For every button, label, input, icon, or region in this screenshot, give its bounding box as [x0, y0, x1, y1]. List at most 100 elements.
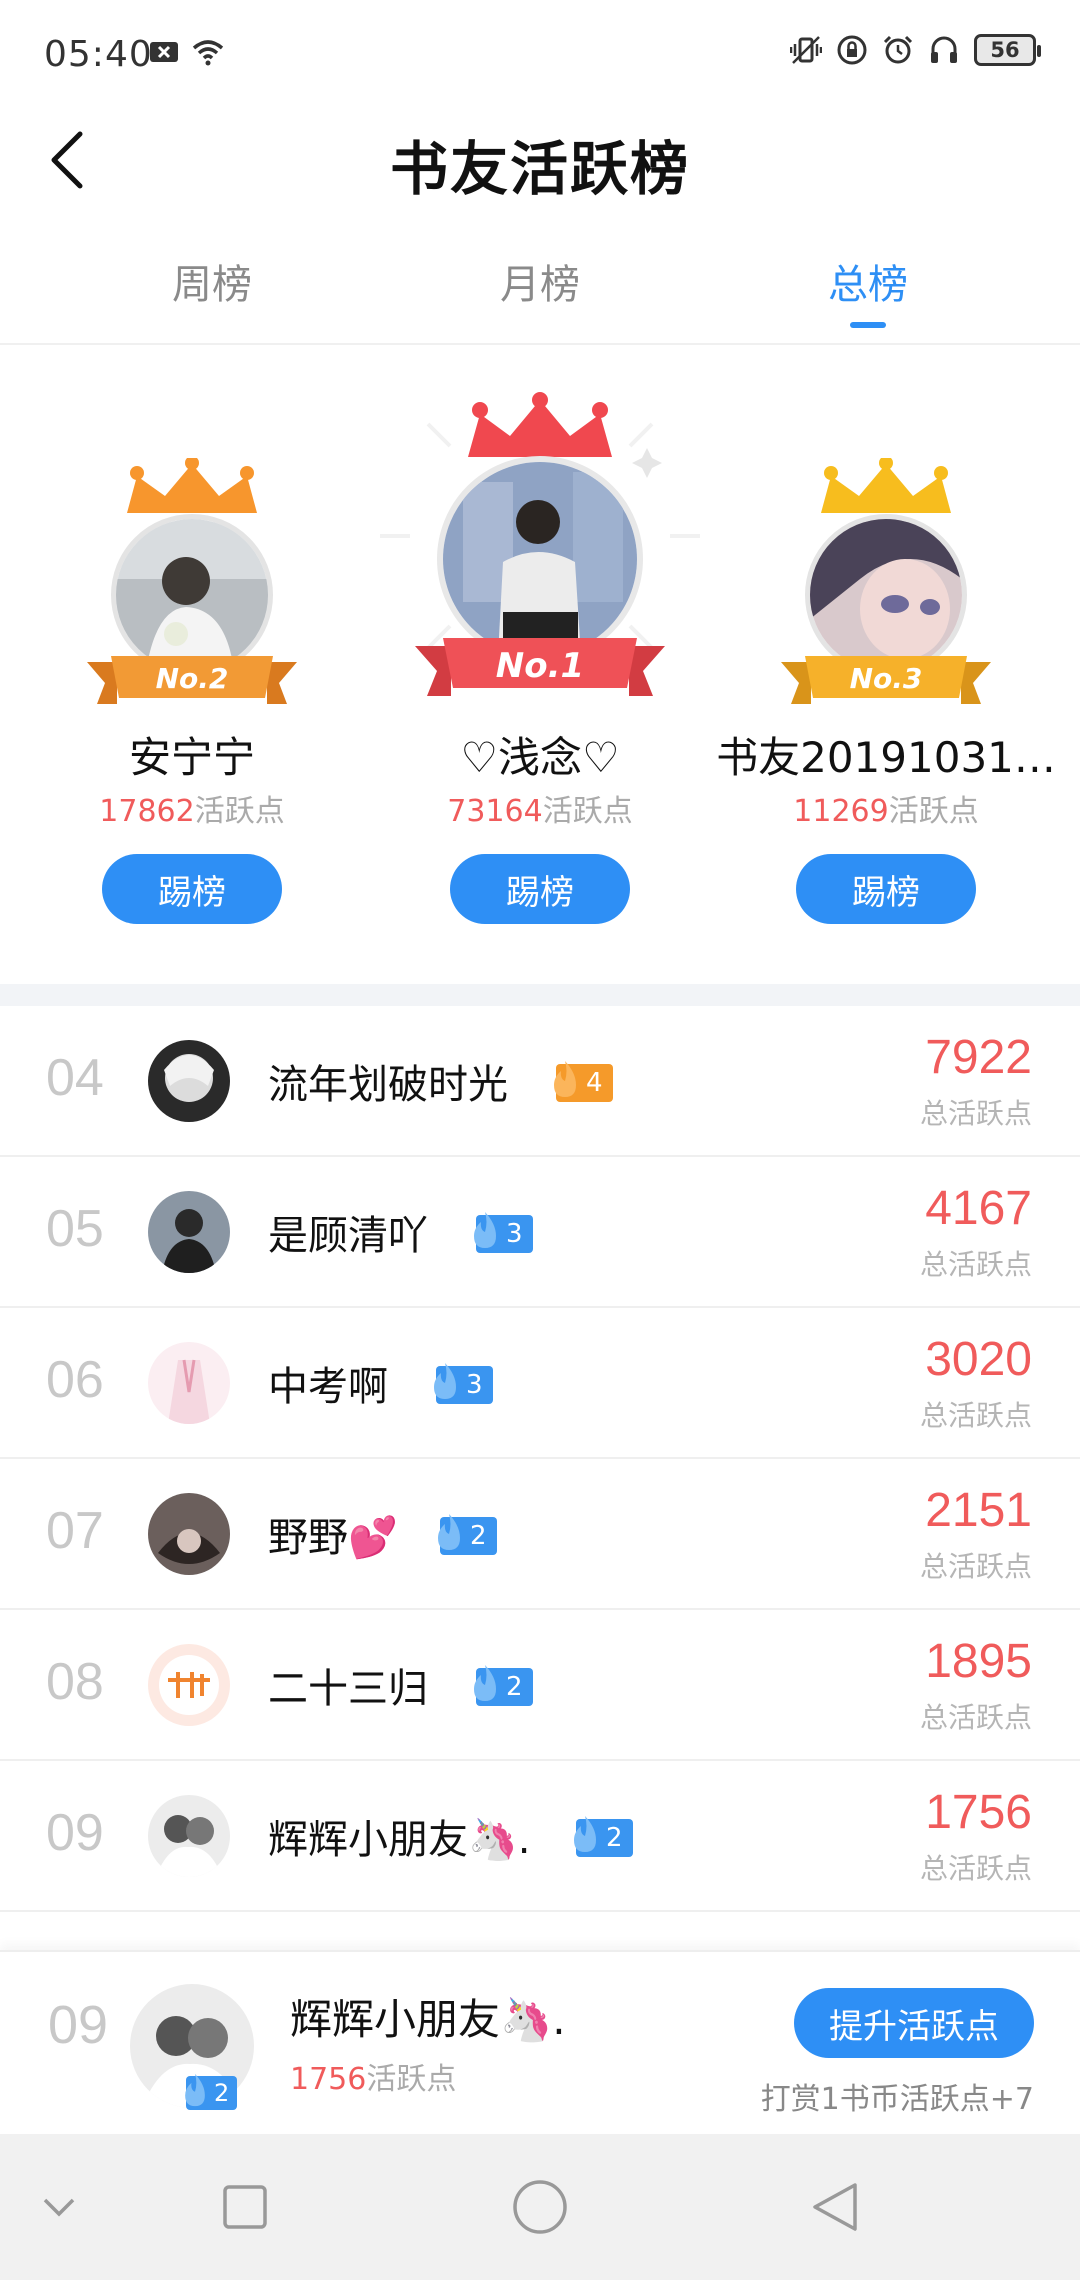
- list-item[interactable]: 06 中考啊 3 3020 总活跃点: [0, 1308, 1080, 1459]
- battery-indicator: 56: [974, 34, 1041, 66]
- podium-rank-2: No.2 安宁宁 17862活跃点 踢榜: [72, 346, 312, 986]
- rank-label: No.1: [495, 646, 585, 686]
- tab-weekly[interactable]: 周榜: [112, 252, 312, 310]
- score-label: 总活跃点: [919, 1399, 1032, 1432]
- crown-icon: [127, 458, 257, 513]
- podium-rank-3: No.3 书友20191031… 11269活跃点 踢榜: [716, 346, 1056, 986]
- level-number: 3: [506, 1219, 523, 1249]
- status-time: 05:40: [44, 34, 153, 75]
- chevron-down-icon: [43, 2198, 75, 2217]
- rank-number: 08: [46, 1653, 104, 1711]
- level-number: 2: [606, 1823, 623, 1853]
- rank-label: No.3: [849, 662, 923, 695]
- square-icon: [223, 2185, 267, 2229]
- avatar[interactable]: [148, 1191, 230, 1273]
- header: 书友活跃榜: [0, 110, 1080, 230]
- triangle-back-icon: [813, 2183, 857, 2231]
- nav-collapse-button[interactable]: [24, 2172, 94, 2242]
- user-name: 中考啊: [268, 1364, 388, 1410]
- wifi-icon: [192, 40, 224, 66]
- top-three-podium: No.2 安宁宁 17862活跃点 踢榜 No.1 ♡浅念♡ 73164活跃点 …: [0, 346, 1080, 986]
- status-right-icons: 56: [790, 34, 1041, 66]
- user-name: 流年划破时光: [268, 1062, 508, 1108]
- level-badge: 3: [434, 1363, 493, 1404]
- avatar[interactable]: [148, 1493, 230, 1575]
- score-label: 总活跃点: [919, 1248, 1032, 1281]
- section-divider: [0, 984, 1080, 1006]
- kick-button[interactable]: 踢榜: [796, 854, 976, 924]
- close-box-icon: [150, 42, 178, 62]
- score-value: 4167: [925, 1182, 1032, 1235]
- flame-icon: [574, 1816, 596, 1852]
- podium-rank-1: No.1 ♡浅念♡ 73164活跃点 踢榜: [380, 346, 700, 986]
- level-number: 2: [214, 2079, 230, 2107]
- avatar[interactable]: [437, 456, 643, 662]
- tab-active-indicator: [850, 322, 886, 328]
- kick-button[interactable]: 踢榜: [102, 854, 282, 924]
- level-number: 3: [466, 1370, 483, 1400]
- level-number: 2: [470, 1521, 487, 1551]
- page-title: 书友活跃榜: [389, 135, 690, 203]
- list-item[interactable]: 09 辉辉小朋友🦄. 2 1756 总活跃点: [0, 1761, 1080, 1912]
- avatar[interactable]: [148, 1644, 230, 1726]
- tab-total[interactable]: 总榜: [768, 252, 968, 310]
- level-badge: 2: [474, 1665, 533, 1706]
- list-item[interactable]: 05 是顾清吖 3 4167 总活跃点: [0, 1157, 1080, 1308]
- score-value: 3020: [925, 1333, 1032, 1386]
- reward-tip: 打赏1书币活跃点+7: [760, 2082, 1034, 2117]
- my-level-badge: 2: [185, 2073, 238, 2110]
- flame-icon: [474, 1665, 496, 1701]
- vibrate-icon: [790, 36, 822, 64]
- list-item[interactable]: 07 野野💕 2 2151 总活跃点: [0, 1459, 1080, 1610]
- flame-icon: [434, 1363, 456, 1399]
- podium-name: 安宁宁: [128, 733, 255, 782]
- my-name: 辉辉小朋友🦄.: [290, 1995, 566, 2044]
- score-value: 2151: [925, 1484, 1032, 1537]
- tab-monthly[interactable]: 月榜: [440, 252, 640, 310]
- rank-number: 04: [46, 1049, 104, 1107]
- level-number: 4: [586, 1068, 603, 1098]
- rank-number: 06: [46, 1351, 104, 1409]
- score-value: 1895: [925, 1635, 1032, 1688]
- score-label: 总活跃点: [919, 1550, 1032, 1583]
- podium-points: 11269活跃点: [793, 794, 979, 829]
- nav-home-button[interactable]: [505, 2172, 575, 2242]
- podium-name: ♡浅念♡: [460, 733, 620, 782]
- flame-icon: [185, 2073, 205, 2107]
- flame-icon: [438, 1514, 460, 1550]
- avatar[interactable]: [148, 1040, 230, 1122]
- level-badge: 3: [474, 1212, 533, 1253]
- avatar[interactable]: [148, 1342, 230, 1424]
- user-name: 野野💕: [268, 1515, 398, 1561]
- rank-number: 09: [46, 1804, 104, 1862]
- score-value: 7922: [925, 1031, 1032, 1084]
- user-name: 二十三归: [268, 1666, 428, 1712]
- my-points: 1756活跃点: [290, 2062, 457, 2097]
- flame-icon: [554, 1061, 576, 1097]
- rank-number: 07: [46, 1502, 104, 1560]
- avatar[interactable]: [148, 1795, 230, 1877]
- crown-icon: [468, 392, 612, 457]
- system-nav-bar: [0, 2134, 1080, 2280]
- nav-recents-button[interactable]: [210, 2172, 280, 2242]
- user-name: 辉辉小朋友🦄.: [268, 1817, 531, 1863]
- user-name: 是顾清吖: [268, 1213, 428, 1259]
- nav-back-button[interactable]: [800, 2172, 870, 2242]
- level-badge: 2: [438, 1514, 497, 1555]
- crown-icon: [821, 458, 951, 513]
- podium-points: 17862活跃点: [99, 794, 285, 829]
- level-number: 2: [506, 1672, 523, 1702]
- status-bar: 05:40 56: [0, 0, 1080, 110]
- list-item[interactable]: 04 流年划破时光 4 7922 总活跃点: [0, 1006, 1080, 1157]
- level-badge: 2: [574, 1816, 633, 1857]
- level-badge: 4: [554, 1061, 613, 1102]
- status-left-icons: [148, 36, 224, 68]
- boost-activity-button[interactable]: 提升活跃点: [794, 1988, 1034, 2058]
- podium-name: 书友20191031…: [716, 733, 1056, 782]
- list-item[interactable]: 08 二十三归 2 1895 总活跃点: [0, 1610, 1080, 1761]
- flame-icon: [474, 1212, 496, 1248]
- rank-number: 05: [46, 1200, 104, 1258]
- kick-button[interactable]: 踢榜: [450, 854, 630, 924]
- rank-list: 04 流年划破时光 4 7922 总活跃点 05 是顾清吖 3 4167 总活跃…: [0, 1006, 1080, 1912]
- tab-bar: 周榜 月榜 总榜: [0, 240, 1080, 345]
